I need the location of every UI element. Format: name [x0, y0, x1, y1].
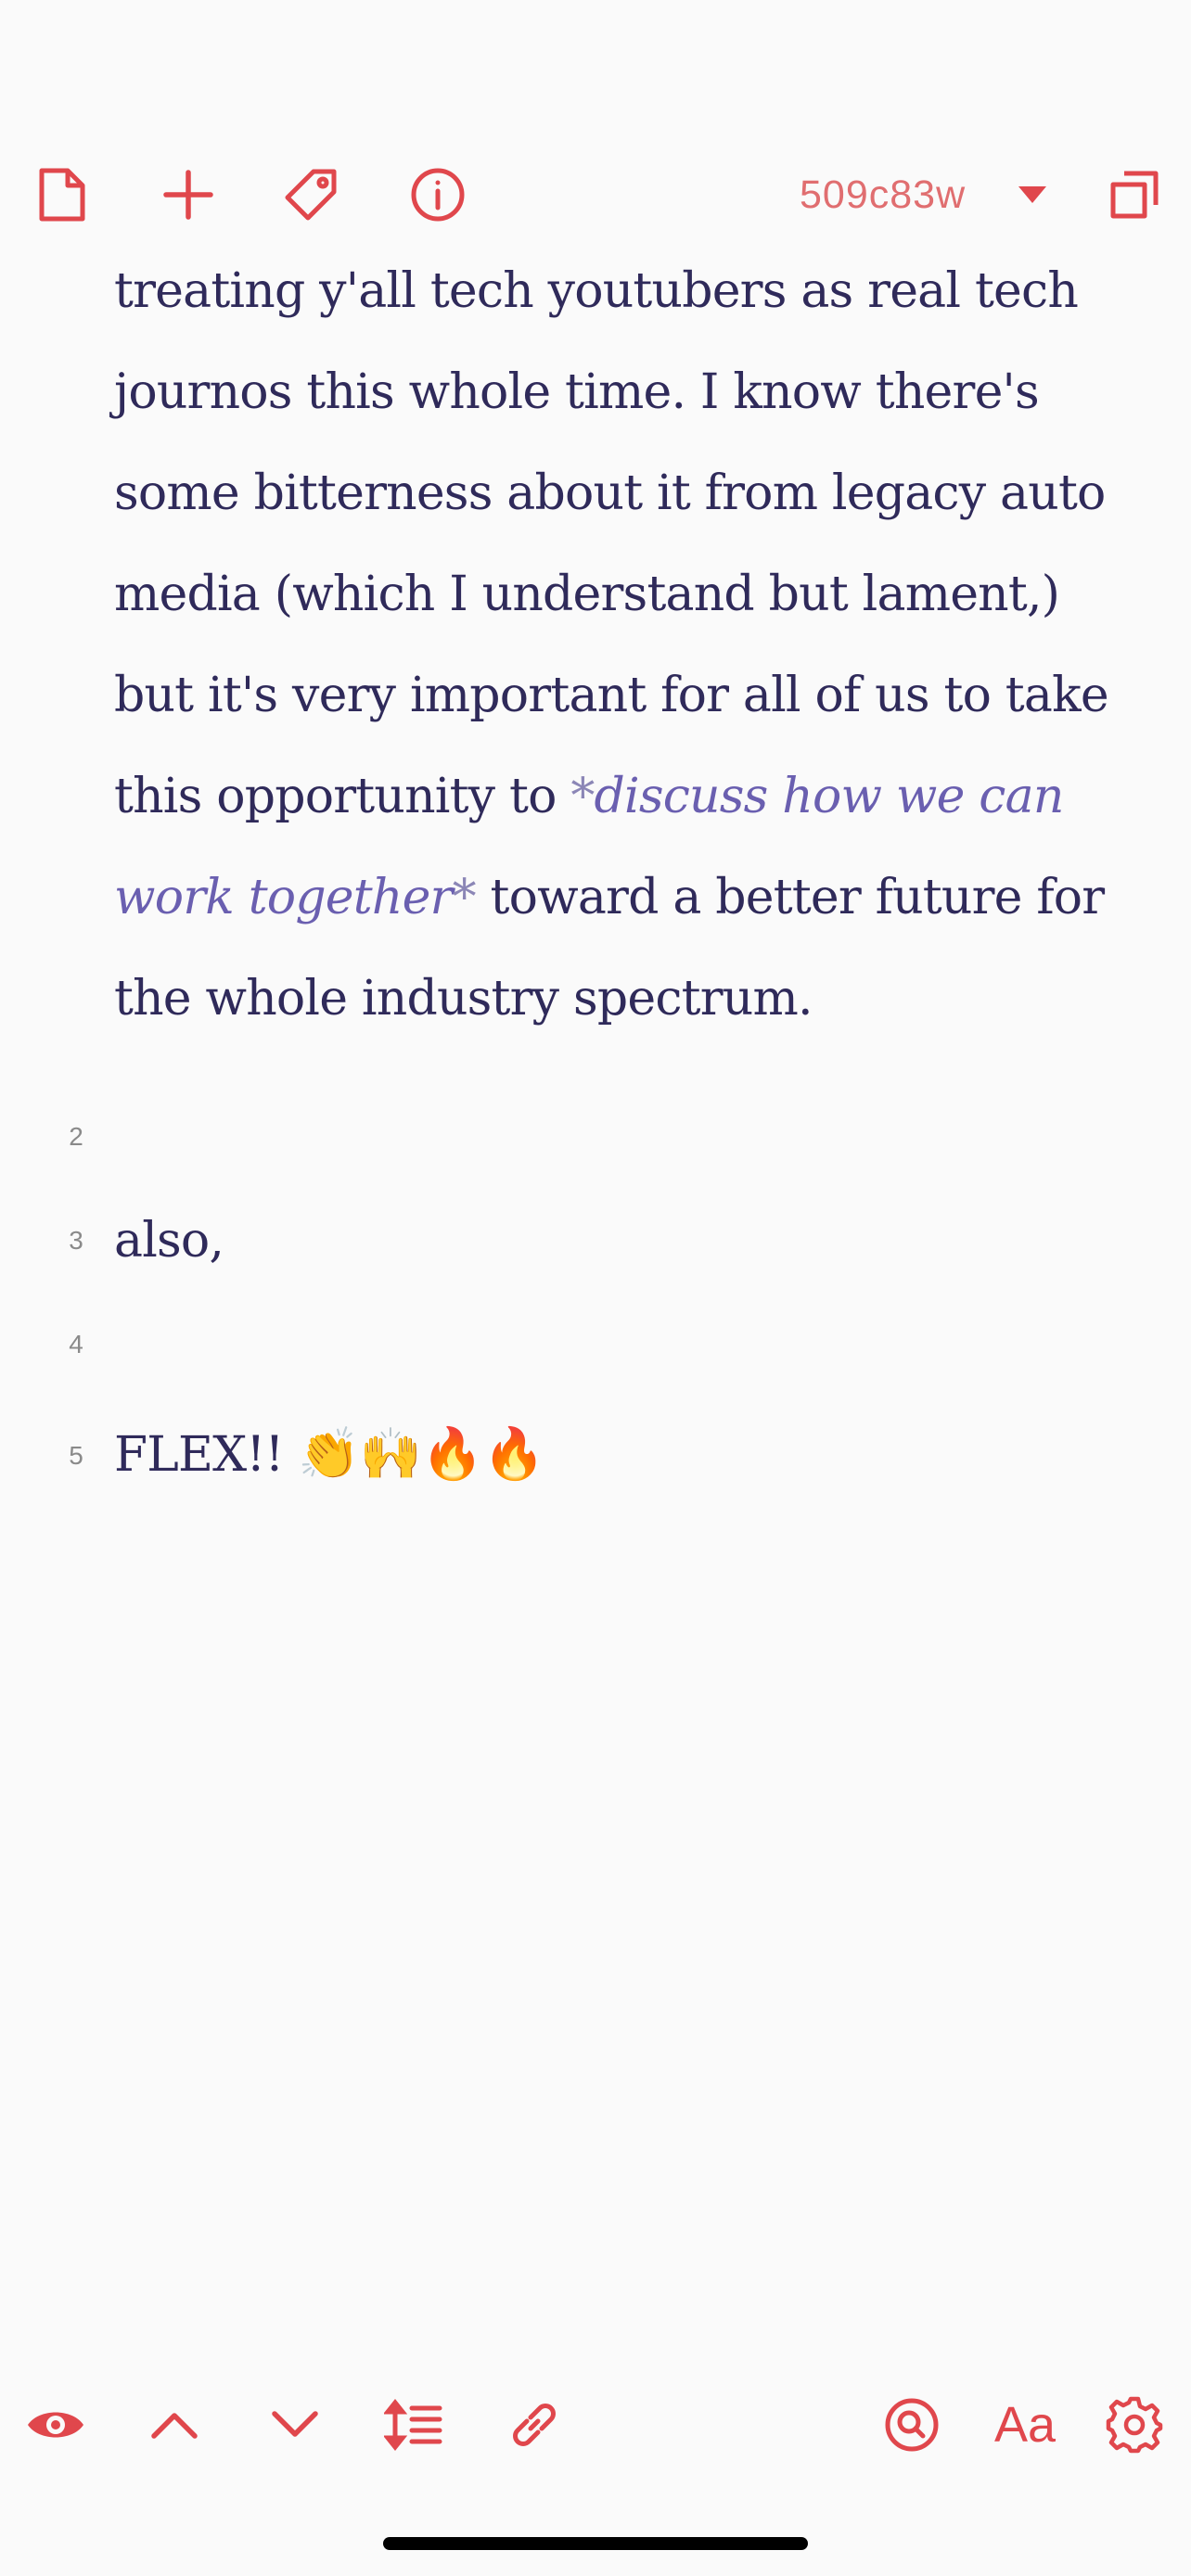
line-text: also,: [114, 1213, 224, 1269]
expand-window-icon: [1109, 170, 1159, 220]
bottom-toolbar: Aa: [0, 2388, 1191, 2462]
top-toolbar: 509c83w: [0, 158, 1191, 232]
home-indicator[interactable]: [383, 2537, 808, 2550]
next-button[interactable]: [258, 2388, 332, 2462]
tag-icon: [283, 167, 339, 223]
line-number: 2: [69, 1122, 83, 1151]
tag-button[interactable]: [274, 158, 348, 232]
line-spacing-icon: [384, 2399, 443, 2451]
search-icon: [884, 2397, 940, 2453]
paragraph-line-1[interactable]: treating y'all tech youtubers as real te…: [114, 241, 1153, 1050]
plus-icon: [162, 169, 214, 221]
link-button[interactable]: [497, 2388, 571, 2462]
line-spacing-button[interactable]: [377, 2388, 451, 2462]
paragraph-text: treating y'all tech youtubers as real te…: [114, 263, 1109, 824]
info-icon: [410, 167, 466, 223]
search-button[interactable]: [875, 2388, 949, 2462]
settings-button[interactable]: [1097, 2388, 1172, 2462]
font-button[interactable]: Aa: [994, 2388, 1056, 2462]
dropdown-caret-icon: [1017, 185, 1048, 205]
commit-selector-label[interactable]: 509c83w: [800, 158, 966, 232]
expand-window-button[interactable]: [1097, 158, 1172, 232]
new-note-button[interactable]: [151, 158, 225, 232]
info-button[interactable]: [401, 158, 475, 232]
line-number: 4: [69, 1330, 83, 1358]
document-button[interactable]: [25, 158, 99, 232]
editor-line-4[interactable]: 4: [0, 1309, 1191, 1410]
emphasis-marker-close: *: [452, 870, 477, 925]
editor-line-5[interactable]: 5 FLEX!! 👏🙌🔥🔥: [0, 1411, 1191, 1512]
emphasis-marker-open: *: [570, 769, 595, 824]
previous-button[interactable]: [137, 2388, 211, 2462]
eye-icon: [26, 2406, 85, 2443]
gear-icon: [1106, 2396, 1163, 2454]
chevron-up-icon: [150, 2410, 198, 2440]
line-number: 3: [69, 1226, 83, 1255]
chevron-down-icon: [271, 2410, 319, 2440]
commit-dropdown-button[interactable]: [995, 158, 1069, 232]
emoji-text: 👏🙌🔥🔥: [298, 1424, 545, 1483]
line-number: 5: [69, 1441, 83, 1470]
document-icon: [38, 167, 86, 223]
editor-line-3[interactable]: 3 also,: [0, 1205, 1191, 1307]
editor-line-2[interactable]: 2: [0, 1102, 1191, 1203]
preview-button[interactable]: [19, 2388, 93, 2462]
line-text: FLEX!!: [114, 1427, 299, 1483]
link-icon: [506, 2397, 562, 2453]
